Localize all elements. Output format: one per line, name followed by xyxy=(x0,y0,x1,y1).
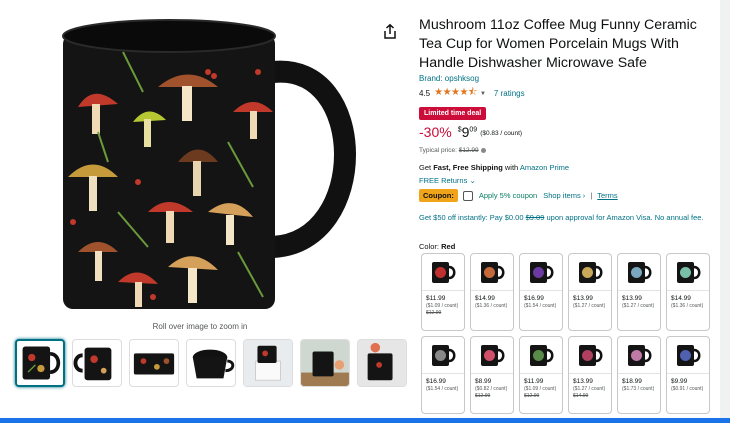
swatch-unit-price: ($1.36 / count) xyxy=(475,303,508,309)
terms-link[interactable]: Terms xyxy=(597,191,617,200)
discount-percent: -30% xyxy=(419,124,452,140)
color-swatch[interactable]: $13.99 ($1.27 / count) $14.99 xyxy=(568,336,612,414)
unit-price: ($0.83 / count) xyxy=(480,130,523,137)
price-row: -30% $909 ($0.83 / count) xyxy=(419,124,522,140)
color-swatch[interactable]: $13.99 ($1.27 / count) xyxy=(568,253,612,331)
swatch-price: $14.99 xyxy=(475,295,495,302)
price: $909 xyxy=(457,124,478,140)
swatch-list-price: $12.99 xyxy=(475,393,491,399)
swatch-unit-price: ($1.36 / count) xyxy=(671,303,704,309)
swatch-price: $13.99 xyxy=(573,378,593,385)
swatch-price: $18.99 xyxy=(622,378,642,385)
visa-offer[interactable]: Get $50 off instantly: Pay $0.00 $9.09 u… xyxy=(419,212,709,223)
swatch-image xyxy=(422,254,464,290)
thumbnail-4[interactable] xyxy=(186,339,236,387)
scrollbar[interactable] xyxy=(720,0,730,418)
swatch-price: $13.99 xyxy=(573,295,593,302)
swatch-price: $16.99 xyxy=(426,378,446,385)
swatch-image xyxy=(569,337,611,373)
swatch-price: $16.99 xyxy=(524,295,544,302)
swatch-image xyxy=(471,254,513,290)
thumbnail-2[interactable] xyxy=(72,339,122,387)
swatch-unit-price: ($1.09 / count) xyxy=(524,386,557,392)
swatch-unit-price: ($1.54 / count) xyxy=(524,303,557,309)
swatch-unit-price: ($1.73 / count) xyxy=(622,386,655,392)
zoom-hint: Roll over image to zoom in xyxy=(152,322,248,331)
color-label: Color: Red xyxy=(419,242,456,251)
thumbnail-strip xyxy=(15,339,407,387)
chevron-down-icon[interactable]: ▼ xyxy=(480,91,486,97)
swatch-image xyxy=(520,254,562,290)
info-icon[interactable] xyxy=(480,147,486,153)
rating-value: 4.5 xyxy=(419,89,431,98)
typical-price: Typical price: $12.99 xyxy=(419,147,486,154)
color-swatch[interactable]: $18.99 ($1.73 / count) xyxy=(617,336,661,414)
swatch-price: $11.99 xyxy=(524,378,544,385)
ratings-count-link[interactable]: 7 ratings xyxy=(494,89,525,98)
coupon-text[interactable]: Apply 5% coupon xyxy=(479,191,537,200)
separator: | xyxy=(590,191,593,200)
swatch-price: $14.99 xyxy=(671,295,691,302)
swatch-unit-price: ($0.82 / count) xyxy=(475,386,508,392)
shop-items-link[interactable]: Shop items › xyxy=(543,191,585,200)
color-swatch[interactable]: $9.99 ($0.91 / count) xyxy=(666,336,710,414)
thumbnail-1[interactable] xyxy=(15,339,65,387)
main-product-image[interactable] xyxy=(58,12,368,312)
swatch-image xyxy=(569,254,611,290)
swatch-list-price: $14.99 xyxy=(573,393,589,399)
swatch-image xyxy=(520,337,562,373)
thumbnail-7[interactable] xyxy=(357,339,407,387)
swatch-image xyxy=(618,254,660,290)
prime-link[interactable]: Amazon Prime xyxy=(520,163,569,172)
swatch-image xyxy=(618,337,660,373)
swatch-price: $13.99 xyxy=(622,295,642,302)
color-swatch[interactable]: $13.99 ($1.27 / count) xyxy=(617,253,661,331)
color-swatch[interactable]: $14.99 ($1.36 / count) xyxy=(666,253,710,331)
color-swatch[interactable]: $11.99 ($1.09 / count) $12.99 xyxy=(519,336,563,414)
deal-badge: Limited time deal xyxy=(419,107,487,120)
product-title: Mushroom 11oz Coffee Mug Funny Ceramic T… xyxy=(419,17,697,71)
thumbnail-6[interactable] xyxy=(300,339,350,387)
brand-link[interactable]: Brand: opshksog xyxy=(419,74,479,83)
swatch-unit-price: ($1.27 / count) xyxy=(573,386,606,392)
color-swatch[interactable]: $16.99 ($1.54 / count) xyxy=(519,253,563,331)
star-rating-icon[interactable]: ★★★★⯪ xyxy=(434,85,477,102)
swatch-unit-price: ($1.27 / count) xyxy=(573,303,606,309)
free-returns-link[interactable]: FREE Returns ⌄ xyxy=(419,176,476,185)
share-icon[interactable] xyxy=(381,23,399,41)
swatch-unit-price: ($0.91 / count) xyxy=(671,386,704,392)
swatch-price: $11.99 xyxy=(426,295,446,302)
swatch-list-price: $12.99 xyxy=(524,393,540,399)
swatch-image xyxy=(471,337,513,373)
swatch-image xyxy=(667,337,709,373)
swatch-unit-price: ($1.09 / count) xyxy=(426,303,459,309)
color-swatches: $11.99 ($1.09 / count) $12.99 $14.99 ($1.36 … xyxy=(421,253,713,414)
rating-row: 4.5 ★★★★⯪ ▼ 7 ratings xyxy=(419,85,525,102)
swatch-unit-price: ($1.54 / count) xyxy=(426,386,459,392)
coupon-checkbox[interactable] xyxy=(462,190,473,201)
color-swatch[interactable]: $16.99 ($1.54 / count) xyxy=(421,336,465,414)
swatch-image xyxy=(667,254,709,290)
swatch-list-price: $12.99 xyxy=(426,310,442,316)
thumbnail-5[interactable] xyxy=(243,339,293,387)
thumbnail-3[interactable] xyxy=(129,339,179,387)
swatch-unit-price: ($1.27 / count) xyxy=(622,303,655,309)
color-swatch[interactable]: $8.99 ($0.82 / count) $12.99 xyxy=(470,336,514,414)
shipping-info: Get Fast, Free Shipping with Amazon Prim… xyxy=(419,163,570,172)
color-swatch[interactable]: $11.99 ($1.09 / count) $12.99 xyxy=(421,253,465,331)
swatch-price: $9.99 xyxy=(671,378,688,385)
coupon-badge: Coupon: xyxy=(419,189,458,202)
coupon-row: Coupon: Apply 5% coupon Shop items › | T… xyxy=(419,189,618,202)
swatch-image xyxy=(422,337,464,373)
color-swatch[interactable]: $14.99 ($1.36 / count) xyxy=(470,253,514,331)
chevron-down-icon: ⌄ xyxy=(469,176,476,185)
swatch-price: $8.99 xyxy=(475,378,492,385)
